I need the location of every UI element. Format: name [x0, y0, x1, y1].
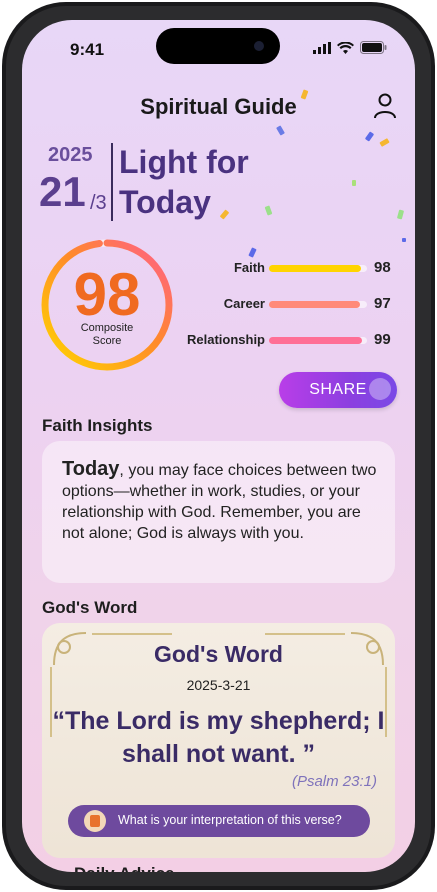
- faith-insights-lead: Today: [62, 458, 120, 480]
- score-value-faith: 98: [374, 259, 391, 276]
- score-value-relationship: 99: [374, 331, 391, 348]
- score-label-career: Career: [223, 296, 265, 311]
- verse-reference: (Psalm 23:1): [291, 773, 377, 790]
- phone-mockup: 9:41 Spiritual Guide 2025 21 /3 Light fo…: [0, 0, 437, 892]
- verse-card-title: God's Word: [154, 641, 283, 667]
- confetti-decoration: [248, 247, 257, 258]
- faith-insights-heading: Faith Insights: [42, 416, 153, 435]
- score-label-faith: Faith: [233, 260, 265, 275]
- score-bar-career: [269, 301, 361, 308]
- interpretation-button-label: What is your interpretation of this vers…: [118, 813, 342, 827]
- book-icon: [84, 810, 106, 832]
- date-month: /3: [90, 192, 107, 214]
- composite-score-caption: Composite Score: [39, 322, 175, 348]
- composite-score-value: 98: [73, 261, 141, 328]
- ornament-line: [265, 633, 345, 635]
- confetti-decoration: [276, 125, 285, 136]
- page-title: Spiritual Guide: [140, 94, 297, 119]
- faith-insights-text: Today, you may face choices between two …: [62, 459, 380, 544]
- date-divider: [111, 143, 113, 221]
- gods-word-card: God's Word 2025-3-21 “The Lord is my she…: [42, 623, 395, 858]
- confetti-decoration: [219, 209, 230, 220]
- verse-date: 2025-3-21: [186, 677, 251, 693]
- user-profile-icon[interactable]: [373, 93, 397, 119]
- banner-heading-line1: Light for: [119, 144, 249, 180]
- score-bar-relationship: [269, 337, 363, 344]
- confetti-decoration: [264, 205, 273, 216]
- score-bar-faith: [269, 265, 362, 272]
- verse-text: “The Lord is my shepherd; I shall not wa…: [52, 707, 385, 768]
- wifi-icon: [337, 42, 354, 54]
- signal-icon: [313, 42, 331, 54]
- score-label-relationship: Relationship: [186, 332, 265, 347]
- gods-word-heading: God's Word: [42, 598, 138, 617]
- interpretation-button[interactable]: What is your interpretation of this vers…: [68, 805, 370, 837]
- confetti-decoration: [352, 180, 356, 186]
- daily-advice-heading-partial: Daily Advice: [74, 864, 174, 872]
- confetti-decoration: [364, 131, 375, 142]
- date-year: 2025: [48, 144, 93, 166]
- confetti-decoration: [396, 209, 405, 220]
- status-icons: [313, 41, 387, 54]
- confetti-decoration: [379, 138, 390, 147]
- faith-insights-card: Today, you may face choices between two …: [42, 441, 395, 583]
- score-value-career: 97: [374, 295, 391, 312]
- composite-caption-line2: Score: [92, 335, 122, 347]
- battery-icon: [360, 41, 387, 54]
- dynamic-island: [156, 28, 280, 64]
- camera-icon: [254, 41, 264, 51]
- date-day: 21: [39, 168, 86, 215]
- ornament-line: [92, 633, 172, 635]
- composite-caption-line1: Composite: [80, 322, 134, 334]
- share-button[interactable]: SHARE: [279, 372, 397, 408]
- banner-heading-line2: Today: [119, 184, 211, 220]
- confetti-decoration: [402, 238, 406, 242]
- status-time: 9:41: [70, 40, 105, 59]
- app-screen: 9:41 Spiritual Guide 2025 21 /3 Light fo…: [22, 20, 415, 872]
